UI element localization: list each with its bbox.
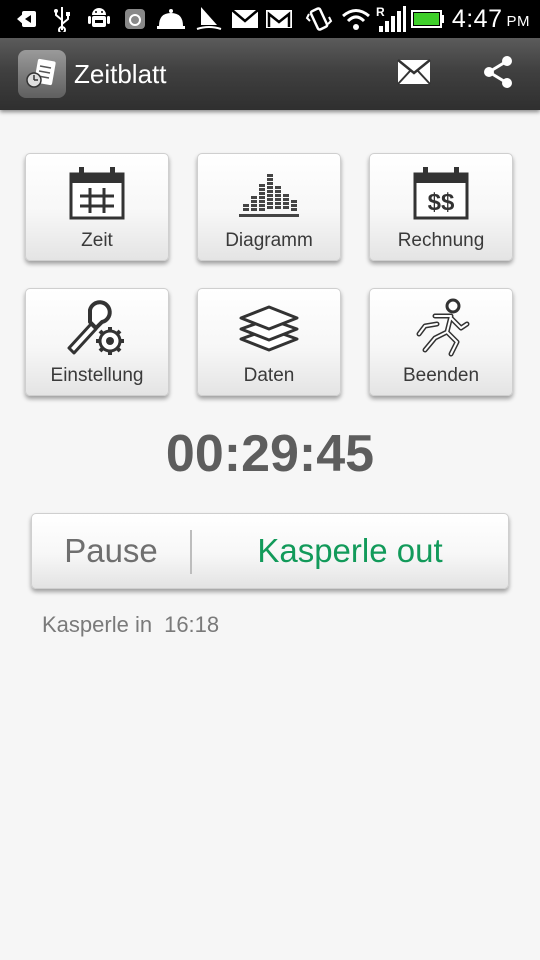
einstellung-button[interactable]: Einstellung [25,288,169,396]
svg-text:$$: $$ [428,189,455,216]
calendar-grid-icon [26,164,168,222]
running-man-icon [370,298,512,357]
app-notification-icon [122,0,148,38]
bell-icon [154,0,188,38]
clock-in-label: Kasperle in [42,612,153,637]
back-icon [14,0,40,38]
wrench-gear-icon [26,299,168,357]
pause-button[interactable]: Pause [32,514,190,588]
einstellung-label: Einstellung [50,365,144,386]
daten-button[interactable]: Daten [197,288,341,396]
clock-in-time: 16:18 [164,612,220,637]
calendar-dollar-icon: $$ [370,164,512,222]
bar-chart-icon [198,164,340,222]
clock-in-status: Kasperle in 16:18 [42,612,219,638]
clock-time: 4:47 [451,4,503,33]
usb-icon [50,0,74,38]
envelope-icon [397,58,431,90]
app-logo-icon[interactable] [18,50,66,98]
battery-icon [410,0,446,38]
mail-icon [230,0,260,38]
diagramm-button[interactable]: Diagramm [197,153,341,261]
share-icon [480,54,516,95]
daten-label: Daten [243,365,295,386]
share-action-button[interactable] [474,50,522,98]
elapsed-timer: 00:29:45 [165,425,375,483]
sailing-icon [194,0,224,38]
kasperle-out-button[interactable]: Kasperle out [192,514,508,588]
gmail-icon [264,0,294,38]
android-debug-icon [84,0,114,38]
vibrate-icon [304,0,334,38]
action-bar: Zeitblatt [0,38,540,110]
beenden-button[interactable]: Beenden [369,288,513,396]
rechnung-label: Rechnung [397,230,485,251]
layers-icon [198,299,340,357]
zeit-label: Zeit [81,230,113,251]
mail-action-button[interactable] [390,50,438,98]
beenden-label: Beenden [402,365,480,386]
roaming-signal-icon: R [374,0,408,38]
status-clock: 4:47 PM [452,0,530,38]
wifi-icon [340,0,372,38]
status-bar: R 4:47 PM [0,0,540,38]
clock-ampm: PM [506,12,530,30]
rechnung-button[interactable]: $$ Rechnung [369,153,513,261]
app-title: Zeitblatt [74,58,167,89]
punch-bar: Pause Kasperle out [31,513,509,589]
diagramm-label: Diagramm [225,230,313,251]
zeit-button[interactable]: Zeit [25,153,169,261]
svg-text:R: R [376,5,385,19]
